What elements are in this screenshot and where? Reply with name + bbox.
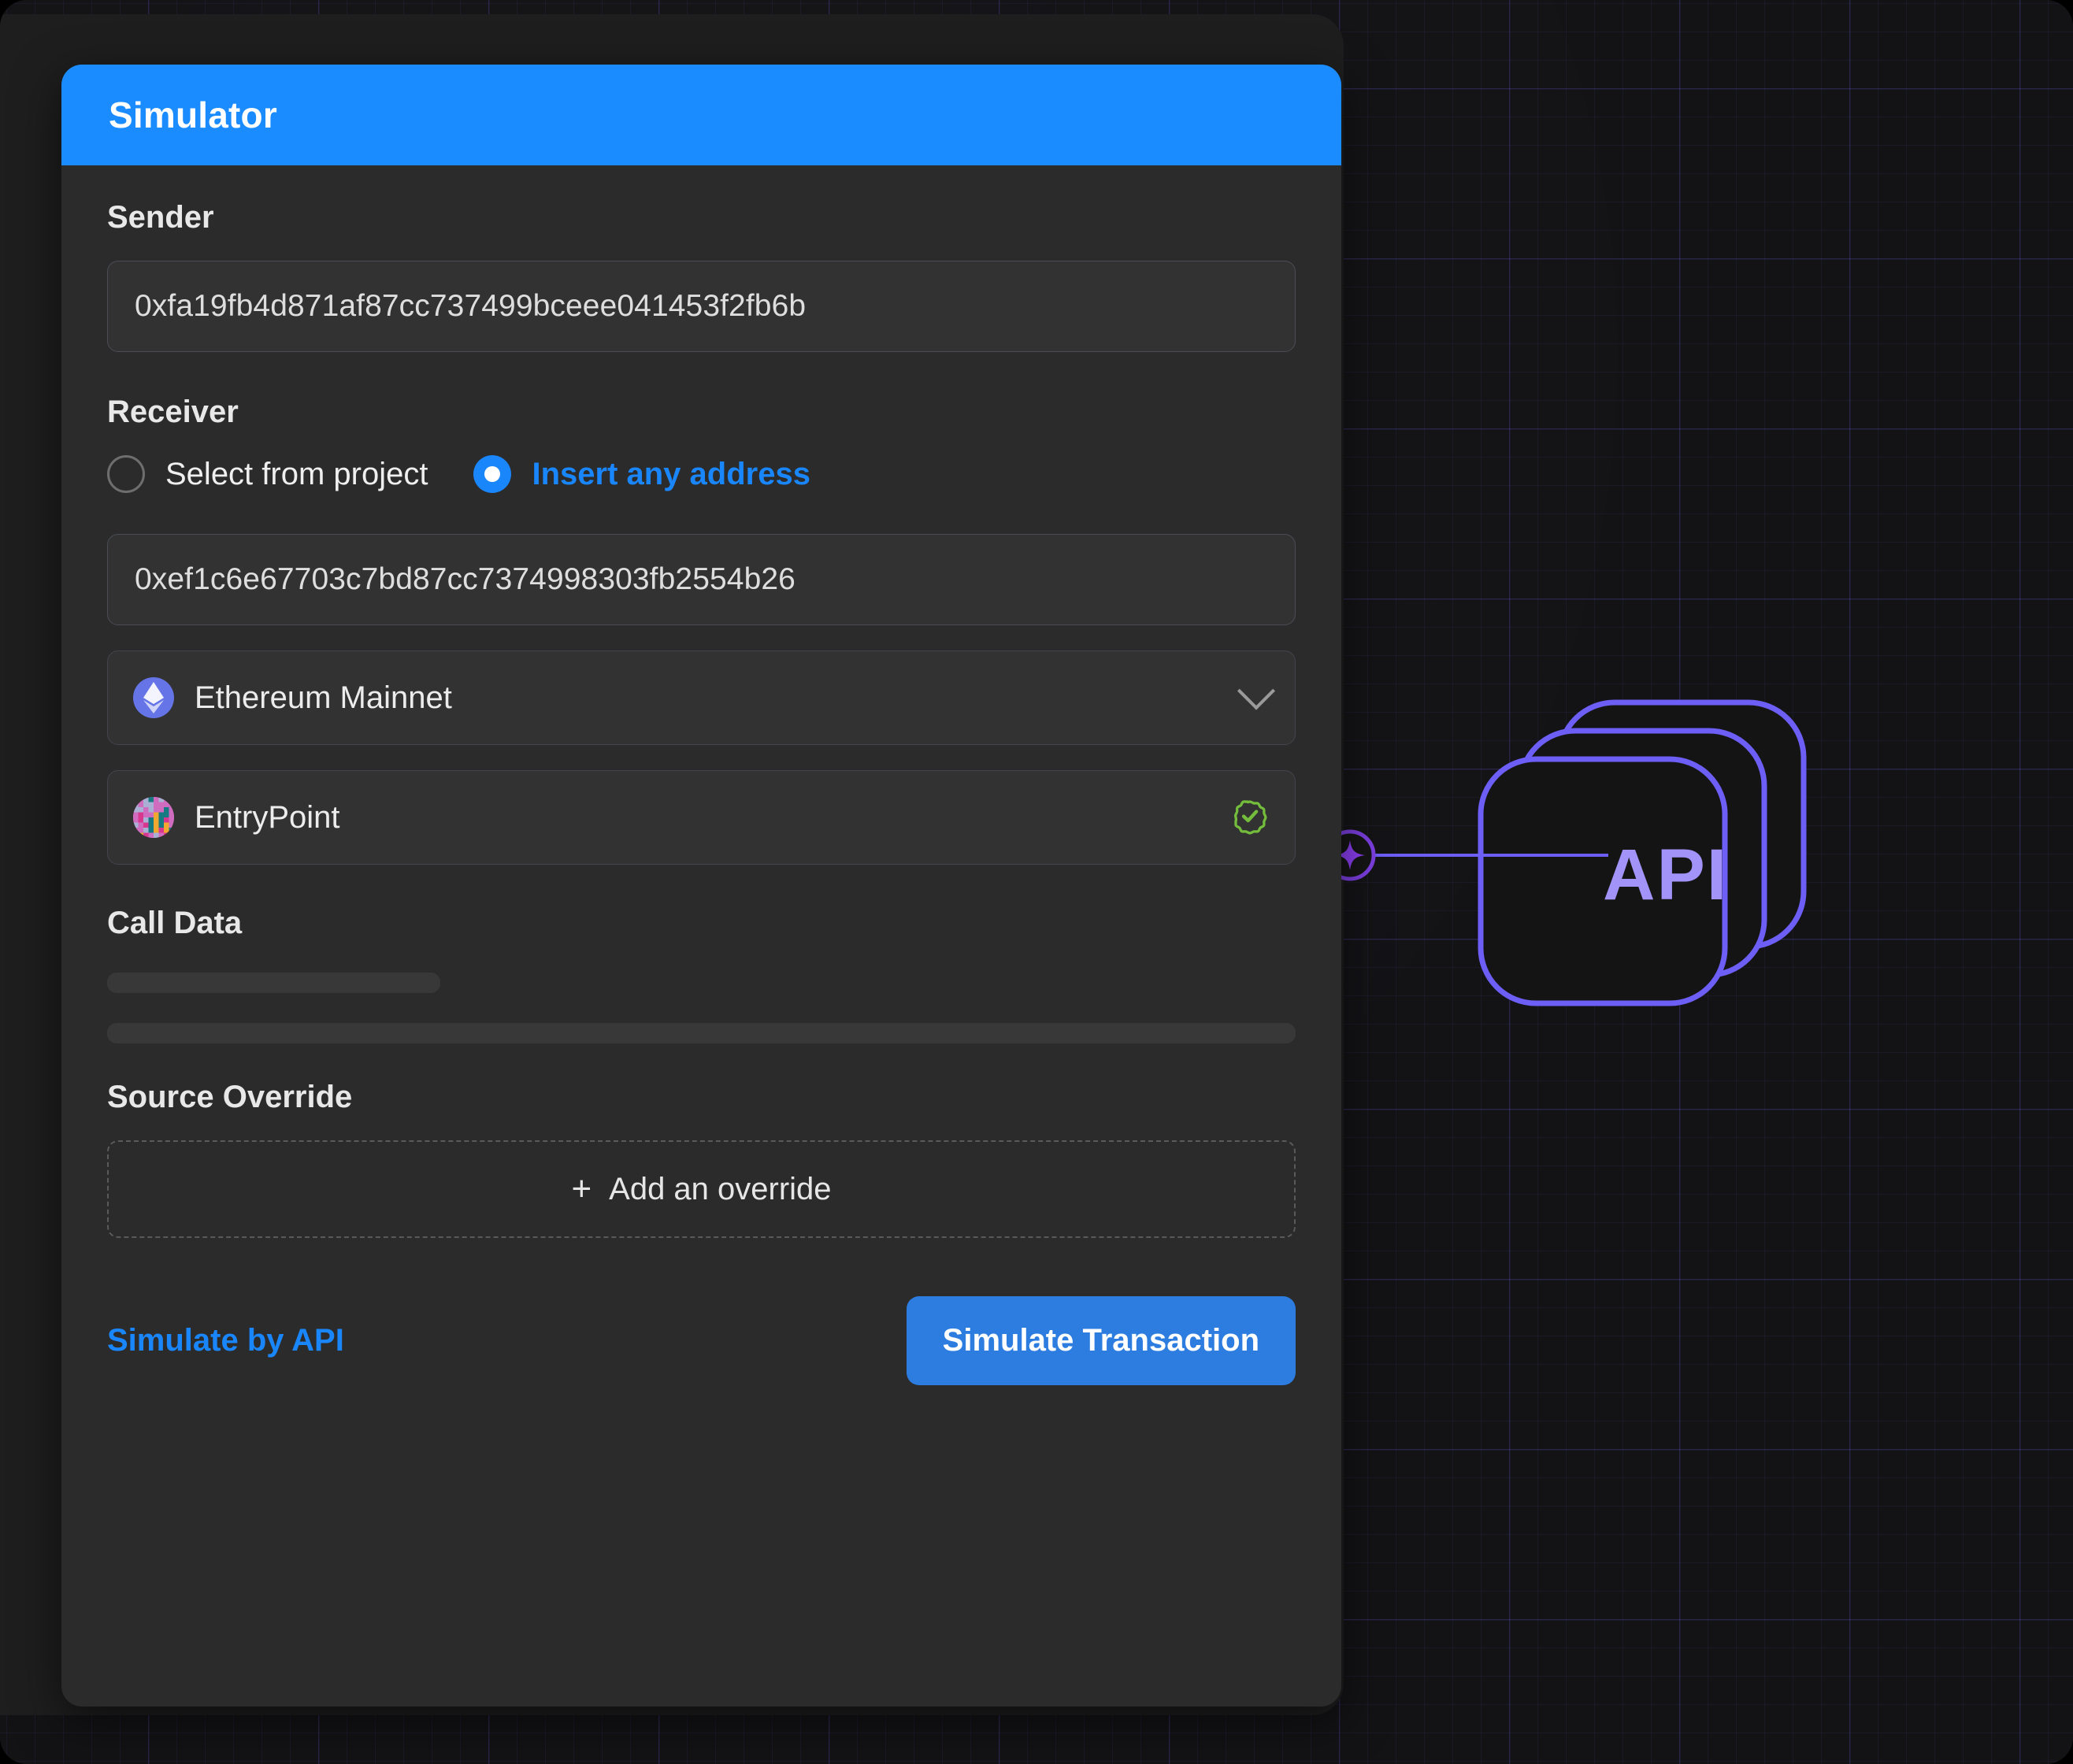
simulator-card: Simulator Sender 0xfa19fb4d871af87cc7374… [61,65,1341,1707]
call-data-label: Call Data [107,906,243,940]
sender-label: Sender [107,200,214,235]
plus-icon: + [571,1169,592,1208]
radio-selected-icon [473,455,512,493]
call-data-skeleton-full [107,1023,1296,1043]
radio-unselected-icon [107,455,145,493]
radio-select-from-project[interactable]: Select from project [107,455,428,493]
network-name: Ethereum Mainnet [195,680,452,715]
contract-row[interactable]: EntryPoint [107,770,1296,865]
receiver-label: Receiver [107,395,239,429]
receiver-mode-radio-group: Select from project Insert any address [107,455,1296,493]
page-title: Simulator [109,94,277,135]
verified-badge-icon [1230,796,1270,839]
card-footer: Simulate by API Simulate Transaction [107,1296,1296,1385]
ethereum-icon [133,677,174,718]
api-stack-graphic: API [1478,699,1807,1006]
call-data-skeleton-short [107,973,440,993]
api-connector-line [1356,854,1608,857]
sender-input[interactable]: 0xfa19fb4d871af87cc737499bceee041453f2fb… [107,261,1296,352]
contract-name: EntryPoint [195,799,340,835]
add-override-button[interactable]: + Add an override [107,1140,1296,1238]
receiver-address-input[interactable]: 0xef1c6e67703c7bd87cc7374998303fb2554b26 [107,534,1296,625]
network-select[interactable]: Ethereum Mainnet [107,650,1296,745]
card-header: Simulator [61,65,1341,165]
source-override-label: Source Override [107,1080,353,1114]
api-label: API [1603,835,1728,915]
simulate-by-api-link[interactable]: Simulate by API [107,1323,344,1358]
radio-insert-any-address-label: Insert any address [532,456,810,491]
radio-select-from-project-label: Select from project [165,456,428,491]
add-override-label: Add an override [609,1171,832,1206]
blockie-avatar [133,797,174,838]
app-window: API Simulator Sender 0xfa19fb4d871af87cc… [0,0,2073,1764]
chevron-down-icon [1237,672,1276,710]
radio-insert-any-address[interactable]: Insert any address [473,455,810,493]
simulate-transaction-button[interactable]: Simulate Transaction [906,1296,1296,1385]
card-body: Sender 0xfa19fb4d871af87cc737499bceee041… [61,165,1341,1385]
